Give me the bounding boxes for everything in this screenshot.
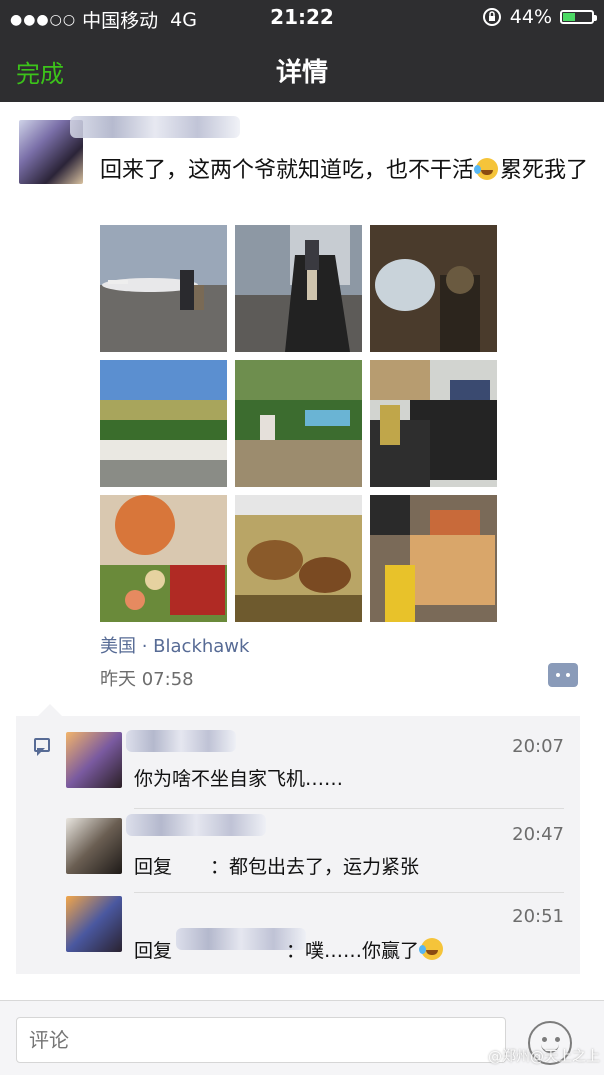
dot [556, 673, 560, 677]
laugh-cry-emoji-icon [474, 158, 499, 180]
done-button[interactable]: 完成 [16, 54, 64, 89]
comment-item[interactable]: 20:47 回复 ：都包出去了，运力紧张 [16, 808, 580, 894]
commenter-avatar[interactable] [66, 896, 122, 952]
post-location[interactable]: 美国 · Blackhawk [100, 632, 249, 658]
commenter-name-blurred[interactable] [126, 730, 236, 752]
commenter-avatar[interactable] [66, 732, 122, 788]
comment-text: 回复 ：噗……你赢了 [134, 936, 445, 963]
jet-stairs-photo[interactable] [235, 225, 362, 352]
page-title: 详情 [275, 58, 328, 88]
battery-icon [560, 10, 597, 24]
groceries-eggs-photo[interactable] [370, 495, 497, 622]
post-text: 回来了，这两个爷就知道吃，也不干活 累死我了 [100, 156, 590, 186]
photo-art [100, 225, 227, 352]
photo-art [235, 495, 362, 622]
pizza-fruit-photo[interactable] [100, 495, 227, 622]
photo-art [235, 360, 362, 487]
more-actions-button[interactable] [548, 663, 578, 687]
nav-bar: 完成 详情 [0, 34, 604, 102]
comment-text: 你为啥不坐自家飞机…… [134, 768, 344, 790]
watermark: @郑州@天上之上 [488, 1049, 600, 1065]
sofa-kids-photo[interactable] [370, 360, 497, 487]
jet-window-photo[interactable] [370, 225, 497, 352]
jet-on-tarmac-photo[interactable] [100, 225, 227, 352]
commenter-name-blurred[interactable] [126, 814, 266, 836]
battery-fill [563, 13, 576, 21]
status-right: 44% [482, 6, 597, 28]
comment-time: 20:47 [512, 824, 564, 845]
photo-art [370, 225, 497, 352]
comment-item[interactable]: 20:51 回复 ：噗……你赢了 [16, 892, 580, 974]
comment-text: 回复 ：都包出去了，运力紧张 [134, 856, 420, 878]
status-bar: ●●●○○ 中国移动 4G 21:22 44% [0, 0, 604, 34]
photo-art [370, 360, 497, 487]
comment-time: 20:07 [512, 736, 564, 757]
poster-name-blurred[interactable] [70, 116, 240, 138]
laugh-cry-emoji-icon [419, 938, 444, 960]
comments-panel: 20:07 你为啥不坐自家飞机…… 20:47 回复 ：都包出去了，运力紧张 2… [16, 704, 580, 974]
post-time: 昨天 07:58 [100, 669, 194, 690]
post-text-part2: 累死我了 [500, 158, 589, 183]
comment-input[interactable] [16, 1017, 506, 1063]
photo-art [100, 360, 227, 487]
comment-text-content: 回复 ：噗……你赢了 [134, 940, 420, 962]
photo-art [100, 495, 227, 622]
crabs-tank-photo[interactable] [235, 495, 362, 622]
photo-art [235, 225, 362, 352]
post-text-part1: 回来了，这两个爷就知道吃，也不干活 [100, 158, 475, 183]
comment-item[interactable]: 20:07 你为啥不坐自家飞机…… [16, 716, 580, 808]
garden-pool-photo[interactable] [235, 360, 362, 487]
battery-percent: 44% [509, 6, 552, 28]
commenter-avatar[interactable] [66, 818, 122, 874]
comment-time: 20:51 [512, 906, 564, 927]
dot [566, 673, 570, 677]
orientation-lock-icon [482, 8, 501, 26]
hill-view-photo[interactable] [100, 360, 227, 487]
photo-art [370, 495, 497, 622]
